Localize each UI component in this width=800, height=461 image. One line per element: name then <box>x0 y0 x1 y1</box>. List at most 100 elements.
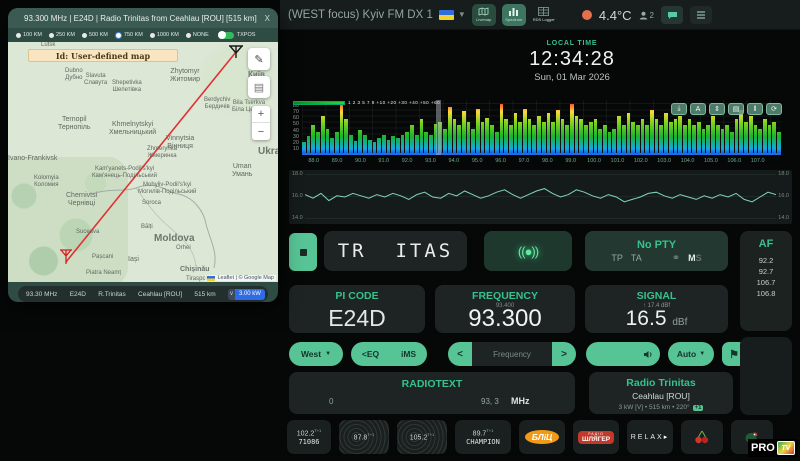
radio-relax-logo: RELAX▸ <box>631 433 669 441</box>
ims-toggle[interactable]: iMS <box>401 349 416 359</box>
local-time-value: 12:34:28 <box>502 48 642 71</box>
x-tick-label: 98.0 <box>542 158 553 164</box>
spectrum-bar <box>391 136 395 153</box>
preset-button-4[interactable]: 89.7T+1 CHAMPION <box>455 420 511 454</box>
radiotext-label: RADIOTEXT <box>289 378 575 390</box>
map-label: Dubno Дубно <box>65 68 83 82</box>
chat-button[interactable] <box>661 6 683 24</box>
spectrum-analyzer[interactable]: 8070605040302010 1 2 3 5 7 9 +10 +20 +30… <box>289 98 792 166</box>
spectrum-bar <box>645 125 649 153</box>
range-option-750km[interactable]: 750 KM <box>115 32 143 39</box>
preset-button-blitz[interactable]: БЛіЦ <box>519 420 565 454</box>
range-option-250km[interactable]: 250 KM <box>49 32 75 38</box>
radio-icon <box>82 33 87 38</box>
tab-spectrum[interactable]: Spectrum <box>502 4 526 26</box>
stop-square-icon <box>300 249 307 256</box>
station-location: Ceahlau [ROU] <box>589 391 733 401</box>
radio-icon <box>150 33 155 38</box>
af-frequency[interactable]: 92.2 <box>740 255 792 266</box>
chevron-down-icon[interactable]: ▼ <box>458 10 466 19</box>
range-option-100km[interactable]: 100 KM <box>16 32 42 38</box>
tune-down-button[interactable]: < <box>448 342 472 366</box>
spectrum-bar <box>763 119 767 153</box>
close-icon[interactable]: X <box>265 14 270 23</box>
range-option-500km[interactable]: 500 KM <box>82 32 108 38</box>
spectrum-bar <box>354 141 358 153</box>
x-tick-label: 92.0 <box>402 158 413 164</box>
spectrum-bar <box>358 130 362 153</box>
txpos-toggle[interactable]: TXPOS <box>218 32 256 39</box>
spectrum-bar <box>429 135 433 153</box>
frequency-input[interactable] <box>472 342 552 366</box>
range-option-1000km[interactable]: 1000 KM <box>150 32 179 38</box>
local-date: Sun, 01 Mar 2026 <box>502 72 642 83</box>
station-details: 3 kW [V] • 515 km • 220° +1 <box>589 404 733 411</box>
range-option-label: 1000 KM <box>157 32 179 38</box>
map-label: Tiraspol <box>186 276 207 282</box>
map-label: Zhytomyr Житомир <box>170 68 200 84</box>
map-label: Ukraine <box>258 146 278 158</box>
range-option-label: NONE <box>193 32 209 38</box>
tab-rds-logger[interactable]: RDS Logger <box>532 4 556 26</box>
layers-button[interactable]: ▤ <box>248 76 270 98</box>
pty-panel: No PTY TP TA ⚭ MS <box>585 231 728 271</box>
status-distance: 515 km <box>194 291 215 298</box>
tuned-frequency-cursor[interactable] <box>436 100 441 155</box>
scale-gradient-bar <box>293 101 345 105</box>
af-frequency[interactable]: 106.8 <box>740 288 792 299</box>
tune-up-button[interactable]: > <box>552 342 576 366</box>
refresh-icon[interactable]: ⟳ <box>766 103 782 115</box>
graph-mode-icon[interactable]: ▤ <box>728 103 744 115</box>
preset-button-shlyager[interactable]: РАДІО ШЛЯГЕР <box>573 420 619 454</box>
preset-button-relax[interactable]: RELAX▸ <box>627 420 673 454</box>
af-frequency[interactable]: 92.7 <box>740 266 792 277</box>
af-frequency[interactable]: 106.7 <box>740 277 792 288</box>
spectrum-bar <box>711 116 715 153</box>
signal-unit: dBf <box>672 317 687 328</box>
zoom-out-button[interactable]: − <box>252 123 270 140</box>
ta-flag: TA <box>631 253 642 263</box>
pause-icon[interactable]: ‖ <box>747 103 763 115</box>
spectrum-bar <box>655 119 659 153</box>
map-label: Berdychiv Бердичів <box>204 97 230 111</box>
range-option-none[interactable]: NONE <box>186 32 209 38</box>
eq-ims-toggles: <EQ iMS <box>351 342 427 366</box>
stereo-icon: ((●)) <box>518 244 538 259</box>
spectrum-bar <box>443 129 447 153</box>
spectrum-bar <box>561 119 565 153</box>
volume-slider[interactable] <box>586 342 660 366</box>
antenna-dropdown[interactable]: West▼ <box>289 342 343 366</box>
indicator-button[interactable] <box>289 233 317 271</box>
x-tick-label: 94.0 <box>449 158 460 164</box>
preset-button-2[interactable]: 87.8T+1 <box>339 420 389 454</box>
radio-shlyager-logo: РАДІО ШЛЯГЕР <box>578 431 614 444</box>
rings-logo <box>339 420 389 454</box>
spectrum-bar <box>617 116 621 153</box>
spectrum-bar <box>532 125 536 153</box>
preset-button-1[interactable]: 102.2T+1 71086 <box>287 420 331 454</box>
spectrum-bar <box>702 129 706 153</box>
preset-button-3[interactable]: 105.2T+1 <box>397 420 447 454</box>
autoscale-icon[interactable]: A <box>690 103 706 115</box>
signal-panel: SIGNAL ↑ 17.4 dBf 16.5 dBf <box>585 285 728 333</box>
download-icon[interactable]: ⤓ <box>671 103 687 115</box>
tab-livemap[interactable]: Livemap <box>472 4 496 26</box>
resize-icon[interactable]: ⇕ <box>709 103 725 115</box>
status-pi: E24D <box>70 291 86 298</box>
auto-mode-dropdown[interactable]: Auto▼ <box>668 342 714 366</box>
map-label: Pașcani <box>92 254 113 261</box>
menu-button[interactable] <box>690 6 712 24</box>
spectrum-bar <box>420 119 424 153</box>
map-canvas[interactable]: Id: User-defined map LutskDubno ДубноSla… <box>8 42 278 282</box>
spectrum-bar <box>476 109 480 153</box>
stereo-indicator-panel[interactable]: ((●)) <box>484 231 572 271</box>
spectrum-bar <box>565 125 569 153</box>
map-icon <box>478 7 489 16</box>
map-label: Bălți <box>141 224 153 231</box>
eq-toggle[interactable]: <EQ <box>362 349 379 359</box>
pi-code-value: E24D <box>289 305 425 332</box>
preset-button-cherry[interactable] <box>681 420 723 454</box>
spectrum-icon <box>508 7 519 16</box>
draw-tool-button[interactable]: ✎ <box>248 48 270 70</box>
zoom-in-button[interactable]: + <box>252 106 270 123</box>
